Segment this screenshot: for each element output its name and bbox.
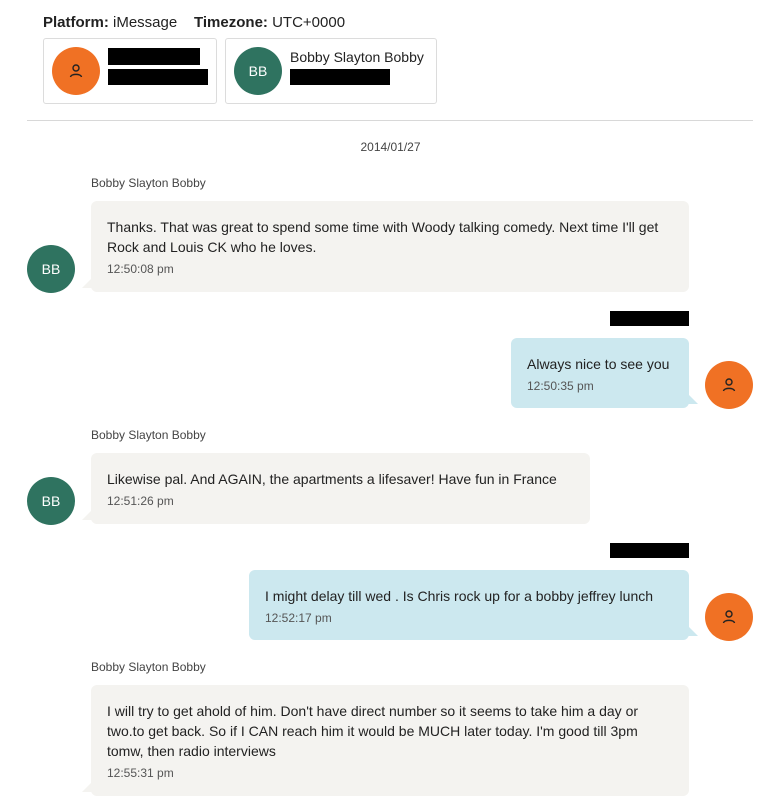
platform-value: iMessage <box>113 14 178 31</box>
avatar-initials: BB <box>248 63 268 79</box>
avatar: BB <box>27 245 75 293</box>
message-time: 12:52:17 pm <box>265 611 332 625</box>
conversation-date: 2014/01/27 <box>360 140 421 154</box>
redacted-sender <box>610 543 689 558</box>
divider <box>27 120 753 121</box>
avatar-initials: BB <box>41 493 61 509</box>
message-bubble: Always nice to see you 12:50:35 pm <box>511 338 698 408</box>
message-bubble: Thanks. That was great to spend some tim… <box>82 201 689 292</box>
participant-card <box>43 38 217 104</box>
message-time: 12:51:26 pm <box>107 494 174 508</box>
participant-name: Bobby Slayton Bobby <box>290 49 424 65</box>
participant-card: BB Bobby Slayton Bobby <box>225 38 437 104</box>
avatar <box>52 47 100 95</box>
platform-info: Platform: iMessage <box>43 14 177 31</box>
avatar-initials: BB <box>41 261 61 277</box>
avatar <box>705 361 753 409</box>
message-sender: Bobby Slayton Bobby <box>91 660 206 674</box>
message-sender: Bobby Slayton Bobby <box>91 428 206 442</box>
message-text: Always nice to see you <box>527 356 670 372</box>
message-text: I might delay till wed . Is Chris rock u… <box>265 588 654 604</box>
timezone-info: Timezone: UTC+0000 <box>194 14 345 31</box>
timezone-label: Timezone: <box>194 14 268 31</box>
message-sender: Bobby Slayton Bobby <box>91 176 206 190</box>
message-bubble: I might delay till wed . Is Chris rock u… <box>249 570 698 640</box>
message-time: 12:50:35 pm <box>527 379 594 393</box>
platform-label: Platform: <box>43 14 109 31</box>
message-text: Thanks. That was great to spend some tim… <box>107 219 659 255</box>
avatar: BB <box>234 47 282 95</box>
person-icon <box>722 610 736 624</box>
redacted-name <box>108 48 200 65</box>
person-icon <box>69 64 83 78</box>
redacted-handle <box>108 69 208 85</box>
message-time: 12:55:31 pm <box>107 766 174 780</box>
redacted-sender <box>610 311 689 326</box>
message-bubble: Likewise pal. And AGAIN, the apartments … <box>82 453 590 524</box>
message-text: I will try to get ahold of him. Don't ha… <box>107 703 639 759</box>
message-time: 12:50:08 pm <box>107 262 174 276</box>
avatar <box>705 593 753 641</box>
timezone-value: UTC+0000 <box>272 14 346 31</box>
person-icon <box>722 378 736 392</box>
conversation-header: Platform: iMessage Timezone: UTC+0000 <box>43 14 345 31</box>
avatar: BB <box>27 477 75 525</box>
message-bubble: I will try to get ahold of him. Don't ha… <box>82 685 689 796</box>
message-text: Likewise pal. And AGAIN, the apartments … <box>107 471 557 487</box>
redacted-handle <box>290 69 390 85</box>
